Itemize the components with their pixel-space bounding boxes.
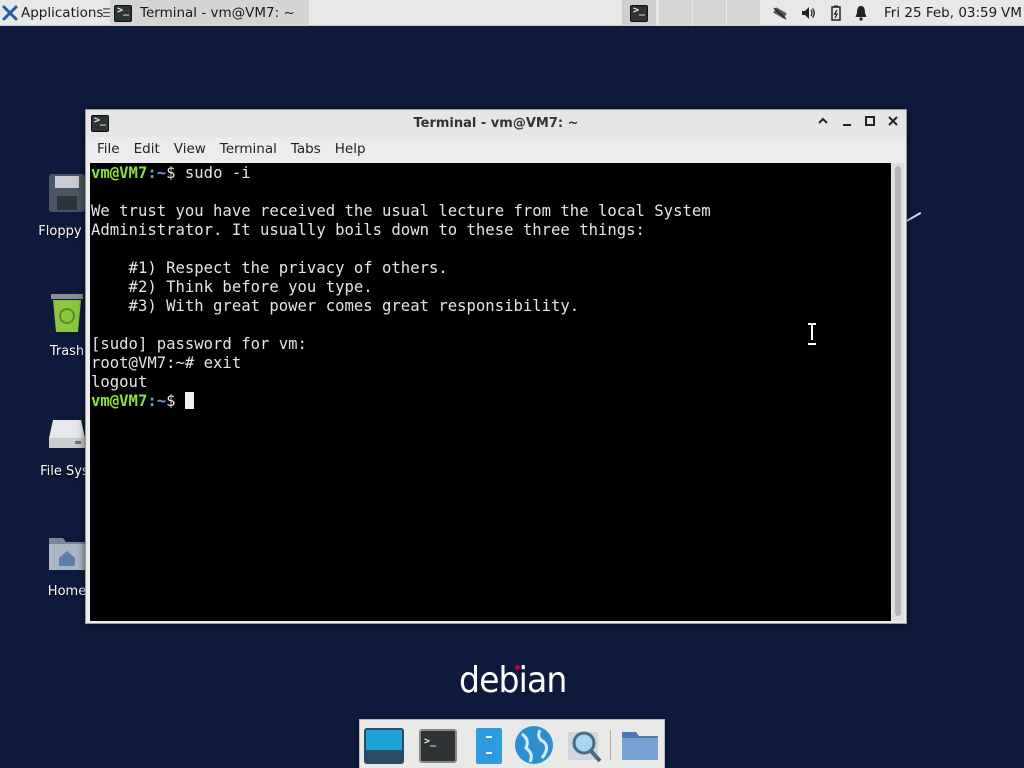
scrollbar-thumb[interactable]: [895, 166, 901, 616]
maximize-button[interactable]: [861, 114, 879, 132]
prompt-user: vm@VM7: [91, 164, 148, 182]
window-title: Terminal - vm@VM7: ~: [413, 116, 579, 131]
menu-terminal[interactable]: Terminal: [213, 137, 284, 162]
decorative-line: [905, 211, 922, 223]
prompt-path: :~: [147, 164, 167, 182]
maximize-icon: [865, 116, 875, 126]
terminal-line: logout: [91, 373, 148, 391]
applications-label: Applications: [21, 5, 104, 21]
taskbar-terminal-label: Terminal - vm@VM7: ~: [140, 5, 295, 21]
notifications-bell-icon[interactable]: [853, 0, 869, 26]
prompt-path: :~: [147, 392, 167, 410]
menubar: File Edit View Terminal Tabs Help: [86, 137, 906, 162]
menu-file[interactable]: File: [90, 137, 127, 162]
taskbar-terminal-button[interactable]: Terminal - vm@VM7: ~: [110, 0, 309, 26]
terminal-launcher-icon[interactable]: >_: [416, 724, 460, 766]
show-desktop-icon[interactable]: [362, 724, 406, 766]
network-icon[interactable]: [772, 0, 788, 26]
menu-help[interactable]: Help: [328, 137, 373, 162]
minimize-button[interactable]: [838, 114, 856, 132]
files-folder-icon[interactable]: [618, 724, 662, 766]
terminal-line: [sudo] password for vm:: [91, 335, 307, 353]
top-panel: Applications ☰ Terminal - vm@VM7: ~ Fri …: [0, 0, 1024, 26]
applications-menu[interactable]: Applications: [2, 0, 103, 26]
mouse-ibeam-cursor-icon: [808, 323, 816, 345]
dock-separator: [610, 730, 611, 760]
svg-text:>_: >_: [424, 736, 437, 747]
workspace-4[interactable]: [726, 0, 760, 26]
close-button[interactable]: [884, 114, 902, 132]
menu-edit[interactable]: Edit: [127, 137, 167, 162]
prompt-symbol: $: [166, 164, 185, 182]
battery-icon[interactable]: [828, 0, 844, 26]
workspace-2[interactable]: [658, 0, 692, 26]
terminal-line: vm@VM7:~$: [91, 392, 194, 411]
home-folder-icon: [49, 538, 85, 570]
close-icon: [888, 116, 898, 126]
menu-view[interactable]: View: [167, 137, 213, 162]
user-menu[interactable]: VM: [1001, 0, 1022, 26]
terminal-line: #3) With great power comes great respons…: [91, 297, 580, 315]
terminal-line: #2) Think before you type.: [91, 278, 373, 296]
command-text: sudo -i: [184, 164, 251, 182]
terminal-line: vm@VM7:~$ sudo -i: [91, 164, 251, 183]
terminal-output[interactable]: vm@VM7:~$ sudo -i We trust you have rece…: [90, 163, 891, 621]
text-cursor: [184, 392, 194, 409]
dock: >_: [359, 719, 665, 768]
volume-icon[interactable]: [800, 0, 816, 26]
window-titlebar[interactable]: Terminal - vm@VM7: ~: [86, 110, 906, 137]
menu-tabs[interactable]: Tabs: [284, 137, 328, 162]
floppy-icon: [49, 174, 85, 212]
terminal-icon: [114, 4, 132, 22]
debian-logo-dot: [515, 665, 520, 670]
clock[interactable]: Fri 25 Feb, 03:59: [884, 0, 997, 26]
workspace-1[interactable]: [622, 0, 656, 26]
scrollbar[interactable]: [892, 163, 904, 621]
drive-icon: [49, 420, 85, 448]
trash-icon: [51, 294, 83, 332]
search-magnifier-icon[interactable]: [562, 724, 606, 766]
terminal-line: #1) Respect the privacy of others.: [91, 259, 448, 277]
xfce-logo-icon: [2, 5, 18, 21]
web-browser-globe-icon[interactable]: [512, 724, 556, 766]
chevron-up-icon: [818, 117, 828, 124]
prompt-symbol: $: [166, 392, 185, 410]
shade-button[interactable]: [814, 114, 832, 132]
workspace-terminal-icon: [630, 4, 648, 22]
prompt-user: vm@VM7: [91, 392, 148, 410]
terminal-line: root@VM7:~# exit: [91, 354, 242, 372]
minimize-icon: [843, 124, 851, 126]
terminal-window: Terminal - vm@VM7: ~ File Edit View Term…: [85, 109, 907, 624]
terminal-line: We trust you have received the usual lec…: [91, 202, 711, 220]
debian-logo: debian: [459, 660, 567, 701]
file-cabinet-icon[interactable]: [466, 724, 510, 766]
terminal-line: Administrator. It usually boils down to …: [91, 221, 645, 239]
workspace-3[interactable]: [692, 0, 726, 26]
